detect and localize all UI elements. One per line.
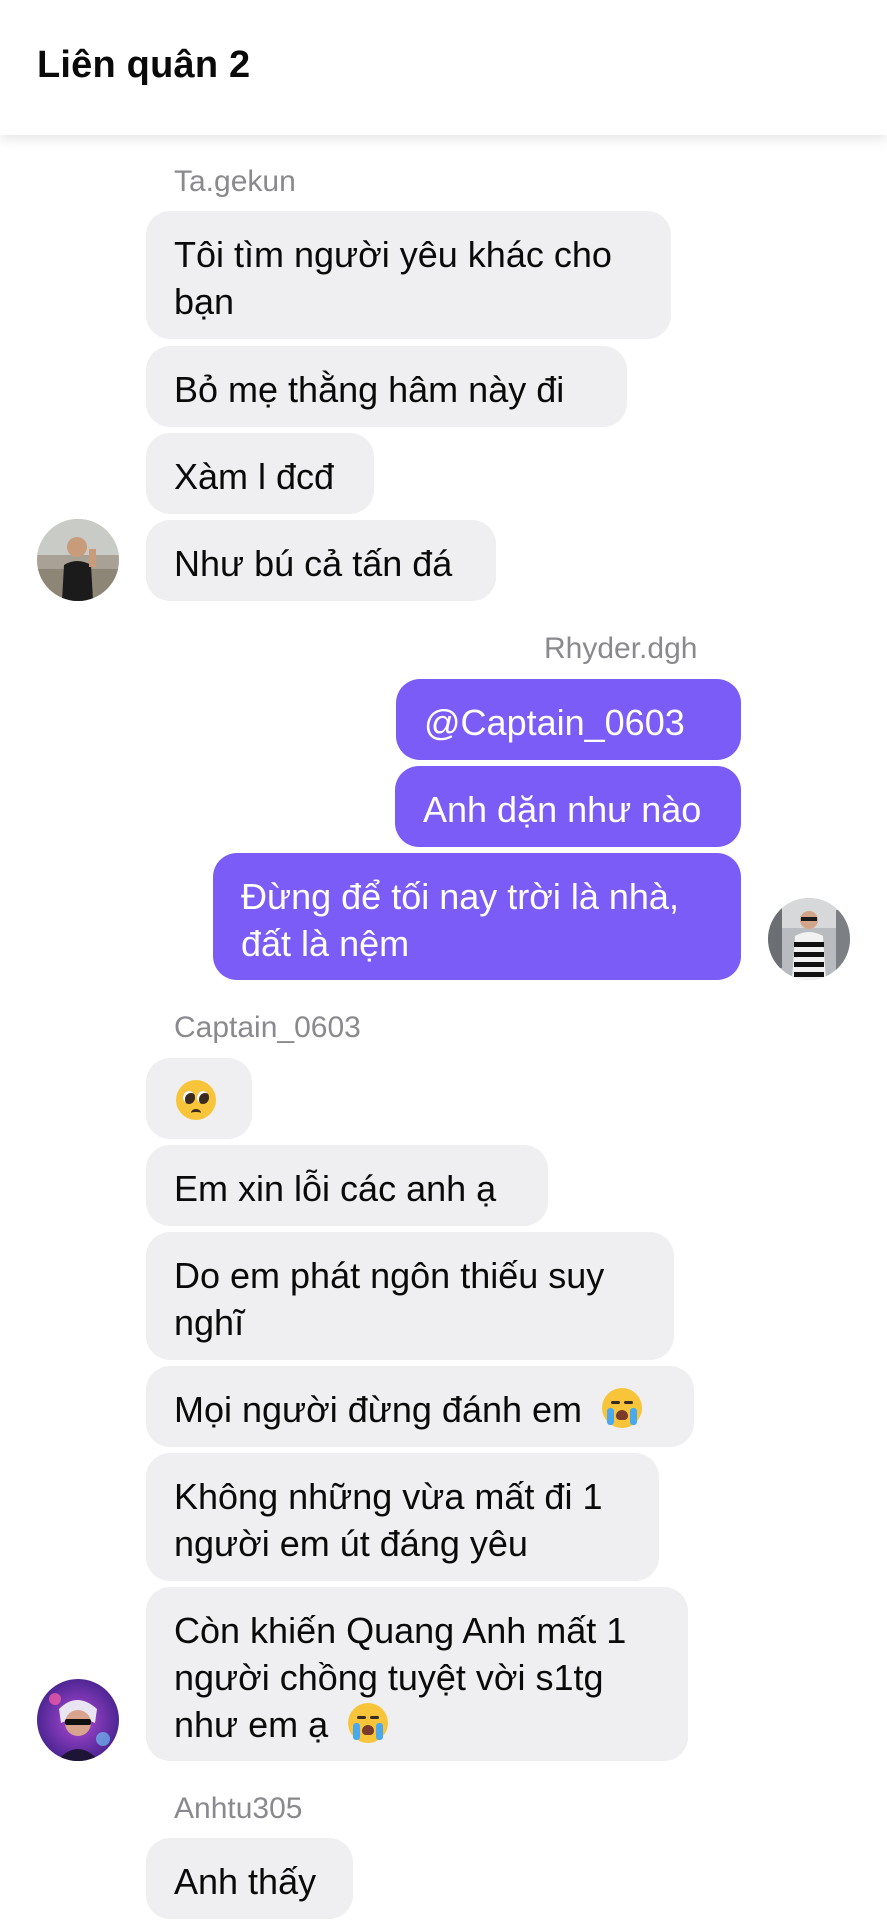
message-bubble[interactable]: Còn khiến Quang Anh mất 1 người chồng tu… — [146, 1587, 688, 1761]
message-text: Em xin lỗi các anh ạ — [174, 1168, 497, 1209]
message-text: Xàm l đcđ — [174, 456, 335, 497]
message-bubble[interactable]: Mọi người đừng đánh em — [146, 1366, 694, 1447]
loudly-crying-face-icon — [348, 1703, 389, 1743]
avatar[interactable] — [37, 519, 119, 601]
message-bubble[interactable] — [146, 1058, 252, 1139]
pleading-face-icon — [176, 1080, 216, 1120]
message-bubble[interactable]: Bỏ mẹ thằng hâm này đi — [146, 346, 627, 427]
message-text: người chồng tuyệt vời s1tg — [174, 1657, 604, 1698]
sender-name: Ta.gekun — [174, 165, 296, 198]
sender-name: Captain_0603 — [174, 1011, 361, 1044]
message-bubble[interactable]: Anh thấy — [146, 1838, 353, 1919]
message-text: Đừng để tối nay trời là nhà, — [241, 876, 679, 917]
message-bubble[interactable]: Tôi tìm người yêu khác cho bạn — [146, 211, 671, 339]
message-bubble[interactable]: Anh dặn như nào — [395, 766, 741, 847]
message-text: Còn khiến Quang Anh mất 1 — [174, 1610, 627, 1651]
message-bubble[interactable]: Như bú cả tấn đá — [146, 520, 496, 601]
message-text: Mọi người đừng đánh em — [174, 1389, 583, 1430]
message-text: Anh thấy — [174, 1861, 317, 1902]
message-text: Tôi tìm người yêu khác cho — [174, 234, 612, 275]
message-text: Do em phát ngôn thiếu suy — [174, 1255, 605, 1296]
avatar[interactable] — [768, 898, 850, 980]
message-bubble[interactable]: Do em phát ngôn thiếu suy nghĩ — [146, 1232, 674, 1360]
message-text: @Captain_0603 — [424, 702, 685, 743]
message-bubble[interactable]: @Captain_0603 — [396, 679, 741, 760]
chat-header: Liên quân 2 — [0, 0, 887, 135]
message-text: bạn — [174, 281, 235, 322]
message-text: đất là nệm — [241, 923, 410, 964]
message-bubble[interactable]: Không những vừa mất đi 1 người em út đán… — [146, 1453, 659, 1581]
message-bubble[interactable]: Đừng để tối nay trời là nhà, đất là nệm — [213, 853, 741, 980]
message-text: như em ạ — [174, 1704, 329, 1745]
message-text: Không những vừa mất đi 1 — [174, 1476, 603, 1517]
message-bubble[interactable]: Em xin lỗi các anh ạ — [146, 1145, 548, 1226]
message-text: Bỏ mẹ thằng hâm này đi — [174, 369, 565, 410]
sender-name: Rhyder.dgh — [544, 632, 698, 665]
message-text: người em út đáng yêu — [174, 1523, 528, 1564]
chat-title[interactable]: Liên quân 2 — [37, 44, 250, 87]
message-text: Anh dặn như nào — [423, 789, 702, 830]
message-text: Như bú cả tấn đá — [174, 543, 453, 584]
message-bubble[interactable]: Xàm l đcđ — [146, 433, 374, 514]
sender-name: Anhtu305 — [174, 1792, 303, 1825]
message-text: nghĩ — [174, 1302, 245, 1343]
avatar[interactable] — [37, 1679, 119, 1761]
loudly-crying-face-icon — [602, 1388, 643, 1428]
